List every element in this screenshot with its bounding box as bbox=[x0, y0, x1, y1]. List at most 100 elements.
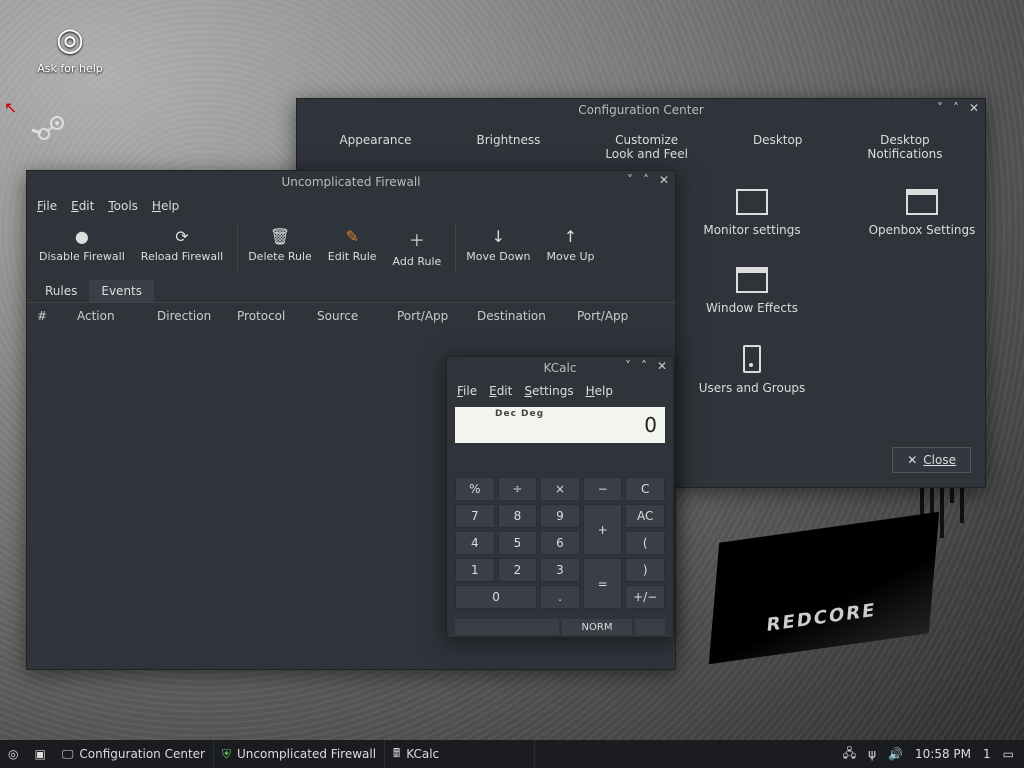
tab-rules[interactable]: Rules bbox=[33, 280, 89, 302]
key-9[interactable]: 9 bbox=[540, 504, 580, 528]
col-direction[interactable]: Direction bbox=[151, 309, 231, 323]
key-2[interactable]: 2 bbox=[498, 558, 538, 582]
usb-icon[interactable]: ψ bbox=[868, 747, 876, 761]
window-title: KCalc bbox=[544, 361, 577, 375]
menu-tools[interactable]: Tools bbox=[108, 199, 138, 213]
move-up-button[interactable]: ↑ Move Up bbox=[538, 223, 602, 272]
menu-file[interactable]: File bbox=[37, 199, 57, 213]
col-action[interactable]: Action bbox=[71, 309, 151, 323]
app-menu-button[interactable]: ◎ bbox=[0, 740, 26, 768]
col-destination[interactable]: Destination bbox=[471, 309, 571, 323]
minimize-icon[interactable]: ˅ bbox=[627, 173, 633, 187]
desktop-icon-ask-for-help[interactable]: ◎ Ask for help bbox=[30, 20, 110, 75]
menu-edit[interactable]: Edit bbox=[71, 199, 94, 213]
close-icon[interactable]: ✕ bbox=[969, 101, 979, 115]
category-desktop[interactable]: Desktop bbox=[745, 129, 811, 165]
key-add[interactable]: + bbox=[583, 504, 623, 555]
btn-label: Delete Rule bbox=[248, 250, 312, 263]
titlebar[interactable]: KCalc ˅ ˄ ✕ bbox=[447, 357, 673, 379]
maximize-icon[interactable]: ˄ bbox=[953, 101, 959, 115]
menu-help[interactable]: Help bbox=[152, 199, 179, 213]
key-3[interactable]: 3 bbox=[540, 558, 580, 582]
col-num[interactable]: # bbox=[31, 309, 71, 323]
terminal-button[interactable]: ▣ bbox=[26, 740, 53, 768]
item-label: Users and Groups bbox=[699, 381, 806, 395]
col-portapp1[interactable]: Port/App bbox=[391, 309, 471, 323]
key-0[interactable]: 0 bbox=[455, 585, 537, 609]
key-plusminus[interactable]: +/− bbox=[625, 585, 665, 609]
col-portapp2[interactable]: Port/App bbox=[571, 309, 651, 323]
key-clear[interactable]: C bbox=[625, 477, 665, 501]
edit-rule-button[interactable]: ✎Edit Rule bbox=[320, 223, 385, 272]
desktop-icon-steam[interactable] bbox=[30, 110, 110, 150]
category-notifications[interactable]: Desktop Notifications bbox=[859, 129, 950, 165]
category-appearance[interactable]: Appearance bbox=[331, 129, 419, 165]
btn-label: Move Down bbox=[466, 250, 530, 263]
menu-edit[interactable]: Edit bbox=[489, 384, 512, 398]
col-source[interactable]: Source bbox=[311, 309, 391, 323]
btn-label: Reload Firewall bbox=[141, 250, 223, 263]
titlebar[interactable]: Configuration Center ˅ ˄ ✕ bbox=[297, 99, 985, 121]
task-configuration-center[interactable]: 🖵 Configuration Center bbox=[54, 740, 214, 768]
close-icon[interactable]: ✕ bbox=[657, 359, 667, 373]
key-5[interactable]: 5 bbox=[498, 531, 538, 555]
window-title: Configuration Center bbox=[578, 103, 704, 117]
item-window-effects[interactable]: Window Effects bbox=[677, 267, 827, 315]
window-title: Uncomplicated Firewall bbox=[281, 175, 420, 189]
network-icon[interactable]: 🖧 bbox=[843, 744, 856, 765]
effects-icon bbox=[736, 267, 768, 293]
key-multiply[interactable]: × bbox=[540, 477, 580, 501]
add-rule-button[interactable]: ＋Add Rule bbox=[385, 223, 450, 272]
show-desktop-icon[interactable]: ▭ bbox=[1003, 747, 1014, 761]
key-percent[interactable]: % bbox=[455, 477, 495, 501]
key-lparen[interactable]: ( bbox=[625, 531, 665, 555]
menu-file[interactable]: File bbox=[457, 384, 477, 398]
tab-events[interactable]: Events bbox=[89, 280, 154, 302]
btn-label: Move Up bbox=[546, 250, 594, 263]
arrow-up-icon: ↑ bbox=[546, 227, 594, 246]
menu-help[interactable]: Help bbox=[586, 384, 613, 398]
key-4[interactable]: 4 bbox=[455, 531, 495, 555]
task-label: KCalc bbox=[406, 747, 439, 761]
btn-label: Disable Firewall bbox=[39, 250, 125, 263]
move-down-button[interactable]: ↓Move Down bbox=[455, 223, 538, 272]
key-equals[interactable]: = bbox=[583, 558, 623, 609]
disable-firewall-button[interactable]: ●Disable Firewall bbox=[31, 223, 133, 272]
category-customize[interactable]: Customize Look and Feel bbox=[597, 129, 696, 165]
close-icon[interactable]: ✕ bbox=[659, 173, 669, 187]
logo-icon: ◎ bbox=[8, 747, 18, 761]
key-decimal[interactable]: . bbox=[540, 585, 580, 609]
item-monitor-settings[interactable]: Monitor settings bbox=[677, 189, 827, 237]
task-kcalc[interactable]: 🖩 KCalc bbox=[385, 740, 535, 768]
category-brightness[interactable]: Brightness bbox=[468, 129, 548, 165]
item-users-and-groups[interactable]: Users and Groups bbox=[677, 345, 827, 395]
trash-icon: 🗑 bbox=[248, 227, 312, 246]
key-6[interactable]: 6 bbox=[540, 531, 580, 555]
minimize-icon[interactable]: ˅ bbox=[937, 101, 943, 115]
titlebar[interactable]: Uncomplicated Firewall ˅ ˄ ✕ bbox=[27, 171, 675, 193]
minimize-icon[interactable]: ˅ bbox=[625, 359, 631, 373]
key-rparen[interactable]: ) bbox=[625, 558, 665, 582]
item-openbox-settings[interactable]: Openbox Settings bbox=[847, 189, 997, 237]
key-divide[interactable]: ÷ bbox=[498, 477, 538, 501]
workspace-indicator[interactable]: 1 bbox=[983, 747, 991, 761]
key-7[interactable]: 7 bbox=[455, 504, 495, 528]
clock[interactable]: 10:58 PM bbox=[915, 747, 971, 761]
task-label: Uncomplicated Firewall bbox=[237, 747, 376, 761]
maximize-icon[interactable]: ˄ bbox=[641, 359, 647, 373]
key-subtract[interactable]: − bbox=[583, 477, 623, 501]
volume-icon[interactable]: 🔊 bbox=[888, 747, 903, 761]
delete-rule-button[interactable]: 🗑 Delete Rule bbox=[237, 223, 320, 272]
task-firewall[interactable]: ⛨ Uncomplicated Firewall bbox=[214, 740, 385, 768]
calc-mode: Dec Deg bbox=[495, 409, 544, 419]
reload-firewall-button[interactable]: ⟳Reload Firewall bbox=[133, 223, 231, 272]
menu-settings[interactable]: Settings bbox=[524, 384, 573, 398]
key-1[interactable]: 1 bbox=[455, 558, 495, 582]
calculator-icon: 🖩 bbox=[393, 744, 400, 765]
key-allclear[interactable]: AC bbox=[625, 504, 665, 528]
close-button[interactable]: ✕ Close bbox=[892, 447, 971, 473]
keypad: % ÷ × − C 7 8 9 + AC 4 5 6 ( 1 2 3 = ) 0… bbox=[447, 447, 673, 615]
col-protocol[interactable]: Protocol bbox=[231, 309, 311, 323]
key-8[interactable]: 8 bbox=[498, 504, 538, 528]
maximize-icon[interactable]: ˄ bbox=[643, 173, 649, 187]
